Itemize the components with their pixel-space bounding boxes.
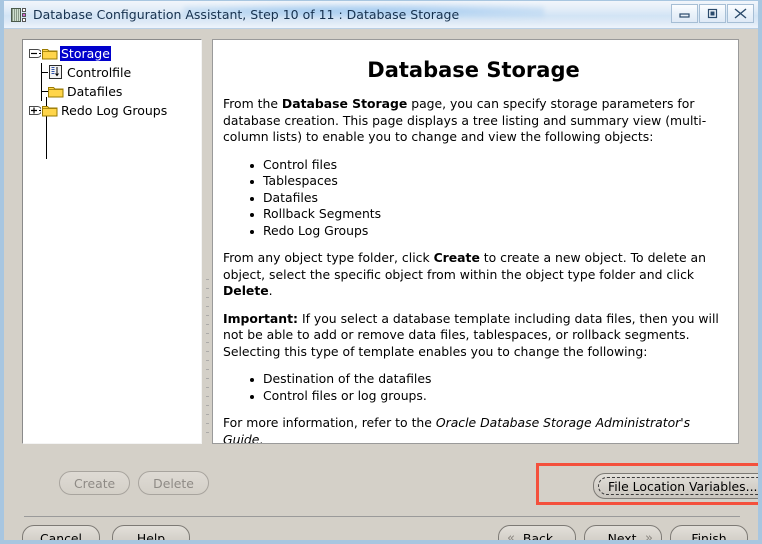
list-item: Control files	[250, 157, 724, 174]
create-button-label: Create	[74, 475, 116, 491]
intro-bold: Database Storage	[281, 96, 408, 111]
folder-icon	[42, 104, 58, 117]
close-icon[interactable]	[727, 4, 754, 23]
intro-paragraph: From the Database Storage page, you can …	[223, 96, 724, 146]
cancel-button-label: Cancel	[40, 530, 82, 544]
cd-bold-create: Create	[433, 250, 480, 265]
create-delete-paragraph: From any object type folder, click Creat…	[223, 250, 724, 300]
minimize-icon[interactable]	[671, 4, 698, 23]
important-label: Important:	[223, 310, 298, 326]
cd-text-3: .	[268, 283, 273, 298]
double-chevron-left-icon: «	[507, 530, 515, 544]
finish-button[interactable]: Finish	[670, 525, 748, 544]
tree-branch-line	[35, 82, 48, 101]
tree-branch-line	[35, 63, 48, 82]
database-icon	[11, 7, 27, 23]
list-item: Tablespaces	[250, 173, 724, 190]
list-item: Destination of the datafiles	[250, 371, 724, 388]
changeable-items-list: Destination of the datafiles Control fil…	[223, 371, 724, 404]
list-item: Datafiles	[250, 190, 724, 207]
application-window: Database Configuration Assistant, Step 1…	[0, 0, 762, 544]
more-info-text-2: .	[259, 431, 264, 444]
tree-node-label: Controlfile	[67, 65, 132, 80]
file-location-variables-button[interactable]: File Location Variables...	[593, 473, 758, 499]
file-location-variables-label: File Location Variables...	[608, 478, 758, 494]
tree-node-storage[interactable]: Storage	[28, 44, 201, 63]
important-text: If you select a database template includ…	[223, 310, 719, 359]
create-button[interactable]: Create	[59, 471, 131, 495]
back-button[interactable]: « Back	[498, 525, 576, 544]
tree-node-datafiles[interactable]: Datafiles	[35, 82, 201, 101]
tree-node-label: Datafiles	[67, 84, 123, 99]
cancel-button[interactable]: Cancel	[22, 525, 100, 544]
tree-node-label: Redo Log Groups	[61, 103, 168, 118]
next-button-label: ext	[616, 530, 637, 544]
list-item: Rollback Segments	[250, 206, 724, 223]
window-title: Database Configuration Assistant, Step 1…	[33, 7, 460, 22]
tree-node-controlfile[interactable]: Controlfile	[35, 63, 201, 82]
expand-plus-icon[interactable]	[28, 104, 41, 117]
window-controls	[671, 4, 754, 23]
separator	[24, 516, 740, 517]
tree-node-label: Storage	[60, 46, 111, 61]
page-title: Database Storage	[367, 58, 580, 82]
cd-bold-delete: Delete	[223, 283, 269, 298]
title-bar[interactable]: Database Configuration Assistant, Step 1…	[4, 1, 758, 29]
highlight-box: File Location Variables...	[536, 463, 758, 505]
left-nav-buttons: Cancel Help	[22, 525, 190, 544]
list-item: Control files or log groups.	[250, 388, 724, 405]
folder-icon	[48, 85, 64, 98]
important-paragraph: Important: If you select a database temp…	[223, 311, 724, 361]
object-type-list: Control files Tablespaces Datafiles Roll…	[223, 157, 724, 240]
info-panel: Database Storage From the Database Stora…	[212, 39, 739, 444]
next-button[interactable]: Next »	[584, 525, 662, 544]
storage-tree[interactable]: Storage Controlfile Datafiles Redo Log G…	[22, 39, 202, 444]
more-info-text-1: For more information, refer to the	[223, 415, 436, 430]
delete-button[interactable]: Delete	[138, 471, 209, 495]
list-item: Redo Log Groups	[250, 223, 724, 240]
object-actions: Create Delete	[59, 471, 209, 495]
window-content: Storage Controlfile Datafiles Redo Log G…	[4, 29, 758, 544]
tree-node-redo-log-groups[interactable]: Redo Log Groups	[28, 101, 201, 120]
maximize-icon[interactable]	[699, 4, 726, 23]
controlfile-icon	[48, 65, 64, 80]
double-chevron-right-icon: »	[645, 530, 653, 544]
cd-text-1: From any object type folder, click	[223, 250, 434, 265]
help-button-label: Help	[136, 530, 166, 544]
back-button-label: ack	[531, 530, 554, 544]
folder-icon	[42, 47, 58, 60]
next-mnemonic: N	[607, 530, 617, 544]
wizard-nav-buttons: « Back Next » Finish	[498, 525, 748, 544]
finish-button-label: inish	[697, 530, 727, 544]
more-info-paragraph: For more information, refer to the Oracl…	[223, 415, 724, 444]
panel-divider	[206, 279, 209, 439]
delete-button-label: Delete	[153, 475, 194, 491]
intro-text-1: From the	[223, 96, 282, 111]
help-button[interactable]: Help	[112, 525, 190, 544]
collapse-minus-icon[interactable]	[28, 47, 41, 60]
